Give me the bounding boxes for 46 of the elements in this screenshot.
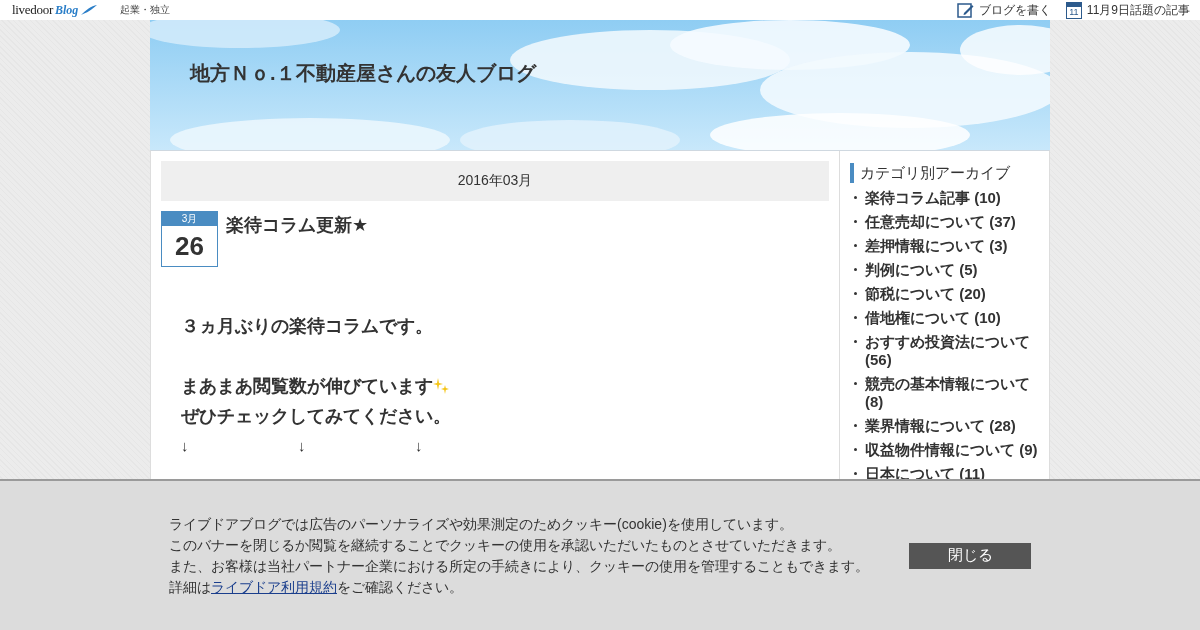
post-title[interactable]: 楽待コラム更新★ (226, 213, 369, 267)
month-heading: 2016年03月 (161, 161, 829, 201)
top-link[interactable]: 11 11月9日話題の記事 (1065, 1, 1190, 19)
logo-text[interactable]: livedoor (12, 2, 53, 18)
bullet-icon (854, 220, 857, 223)
category-link[interactable]: 差押情報について (3) (865, 237, 1008, 255)
category-link[interactable]: 節税について (20) (865, 285, 986, 303)
category-link[interactable]: 競売の基本情報について (8) (865, 375, 1039, 411)
bullet-icon (854, 316, 857, 319)
cookie-text: ライブドアブログでは広告のパーソナライズや効果測定のためクッキー(cookie)を使用しています。 (169, 514, 794, 534)
bullet-icon (854, 268, 857, 271)
sparkle-icon (433, 377, 449, 395)
feather-icon (80, 4, 99, 16)
cookie-text: このバナーを閉じるか閲覧を継続することでクッキーの使用を承認いただいたものとさせていただきます。 (169, 535, 842, 555)
bullet-icon (854, 472, 857, 475)
bullet-icon (854, 382, 857, 385)
arrow-text: ↓ (298, 437, 306, 454)
sidebar-heading: カテゴリ別アーカイブ (850, 163, 1039, 183)
category-link[interactable]: 楽待コラム記事 (10) (865, 189, 1001, 207)
arrow-text: ↓ (181, 437, 189, 454)
category-link[interactable]: 業界情報について (28) (865, 417, 1016, 435)
category-link[interactable]: 判例について (5) (865, 261, 978, 279)
logo-script[interactable]: Blog (54, 2, 79, 18)
cookie-text: 詳細はライブドア利用規約をご確認ください。 (169, 577, 464, 597)
top-link[interactable]: ブログを書く (956, 1, 1051, 19)
arrow-text: ↓ (415, 437, 423, 454)
category-link[interactable]: 借地権について (10) (865, 309, 1001, 327)
post-text: ぜひチェックしてみてください。 (181, 405, 451, 428)
post-text: ３ヵ月ぶりの楽待コラムです。 (181, 315, 433, 338)
bullet-icon (854, 340, 857, 343)
bullet-icon (854, 196, 857, 199)
bullet-icon (854, 424, 857, 427)
bullet-icon (854, 448, 857, 451)
date-badge: 3月 26 (161, 211, 218, 267)
cookie-text: また、お客様は当社パートナー企業における所定の手続きにより、クッキーの使用を管理することもできます。 (169, 556, 870, 576)
close-button[interactable]: 閉じる (909, 542, 1031, 569)
post-text: まあまあ閲覧数が伸びています (181, 375, 433, 398)
category-label[interactable]: 起業・独立 (120, 3, 171, 17)
category-link[interactable]: 任意売却について (37) (865, 213, 1016, 231)
terms-link[interactable]: ライブドア利用規約 (211, 578, 337, 595)
bullet-icon (854, 244, 857, 247)
blog-title[interactable]: 地方Ｎｏ.１不動産屋さんの友人ブログ (190, 60, 536, 87)
bullet-icon (854, 292, 857, 295)
category-link[interactable]: 収益物件情報について (9) (865, 441, 1038, 459)
category-link[interactable]: おすすめ投資法について (56) (865, 333, 1039, 369)
calendar-icon: 11 (1065, 1, 1082, 19)
